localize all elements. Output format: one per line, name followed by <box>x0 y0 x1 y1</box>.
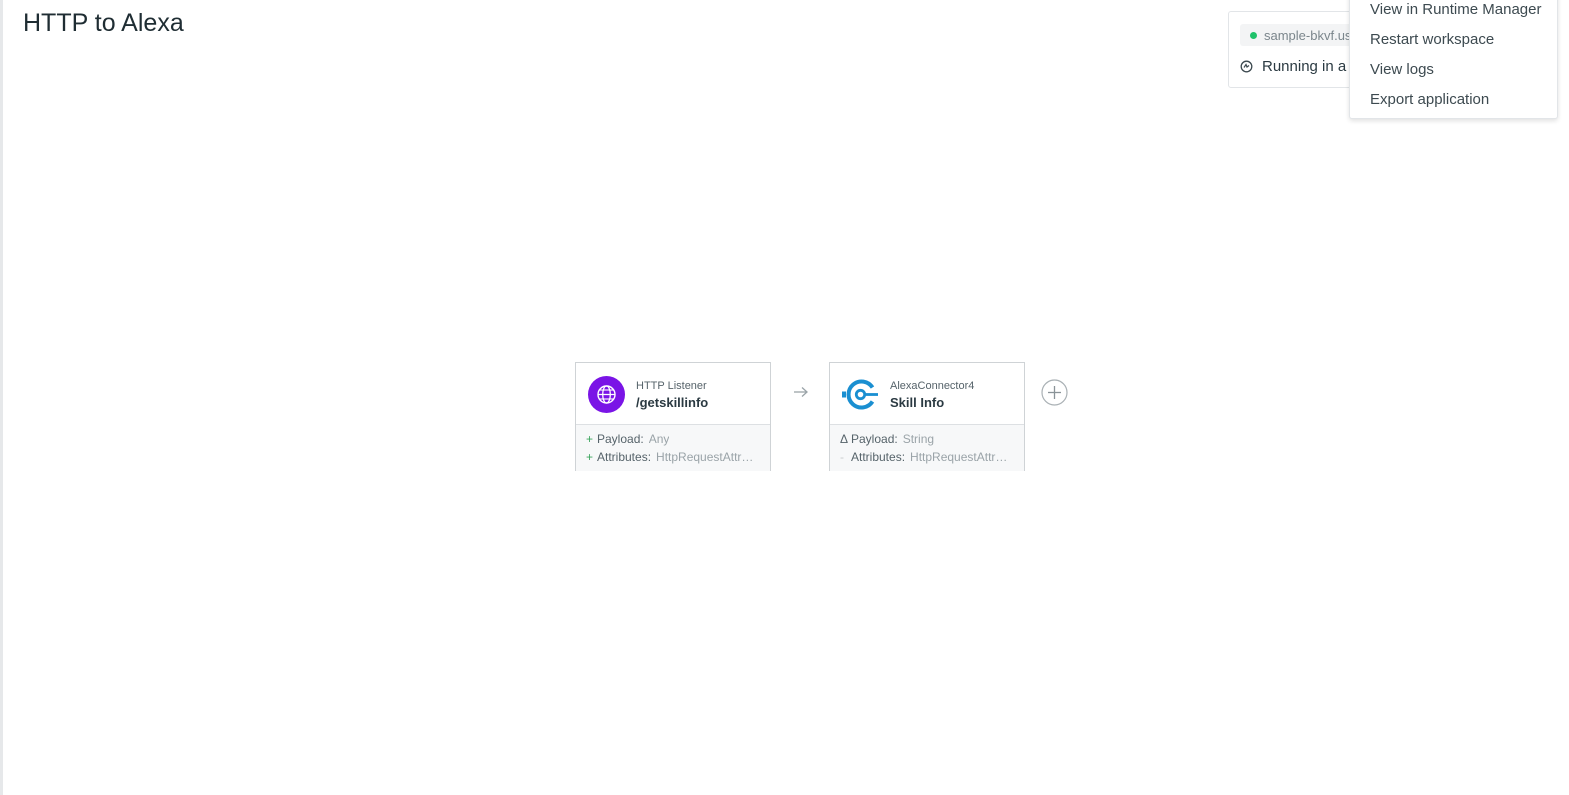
added-indicator: + <box>586 432 594 446</box>
menu-item-export-application[interactable]: Export application <box>1370 91 1489 108</box>
runtime-icon <box>1240 60 1253 73</box>
metadata-key: Attributes: <box>597 450 652 464</box>
metadata-row-payload: Δ Payload: String <box>840 432 934 446</box>
left-border <box>0 0 3 795</box>
node-type: HTTP Listener <box>636 380 707 392</box>
node-header: HTTP Listener /getskillinfo <box>576 363 770 425</box>
runtime-status: Running in a <box>1240 58 1346 75</box>
flow-node-alexa-connector[interactable]: AlexaConnector4 Skill Info Δ Payload: St… <box>829 362 1025 471</box>
app-domain: sample-bkvf.us- <box>1264 27 1356 43</box>
flow-node-http-listener[interactable]: HTTP Listener /getskillinfo + Payload: A… <box>575 362 771 471</box>
node-metadata: + Payload: Any + Attributes: HttpRequest… <box>576 425 770 471</box>
node-header: AlexaConnector4 Skill Info <box>830 363 1024 425</box>
metadata-value: HttpRequestAttri… <box>910 450 1011 464</box>
metadata-row-attributes: - Attributes: HttpRequestAttri… <box>840 450 1010 464</box>
menu-item-view-runtime-manager[interactable]: View in Runtime Manager <box>1370 1 1541 18</box>
connector-icon <box>842 379 878 410</box>
node-metadata: Δ Payload: String - Attributes: HttpRequ… <box>830 425 1024 471</box>
metadata-value: HttpRequestAttri… <box>656 450 757 464</box>
add-component-button[interactable] <box>1041 379 1068 406</box>
runtime-status-text: Running in a <box>1262 58 1347 75</box>
arrow-right-icon <box>794 387 808 397</box>
node-name: Skill Info <box>890 395 945 410</box>
changed-indicator: Δ <box>840 432 849 446</box>
metadata-value: Any <box>648 432 670 446</box>
menu-item-view-logs[interactable]: View logs <box>1370 61 1434 78</box>
metadata-row-payload: + Payload: Any <box>586 432 669 446</box>
page-title: HTTP to Alexa <box>23 9 184 37</box>
metadata-key: Payload: <box>851 432 898 446</box>
added-indicator: + <box>586 450 594 464</box>
app-actions-menu: View in Runtime Manager Restart workspac… <box>1349 0 1558 119</box>
metadata-row-attributes: + Attributes: HttpRequestAttri… <box>586 450 756 464</box>
node-name: /getskillinfo <box>636 395 709 410</box>
metadata-value: String <box>902 432 935 446</box>
unchanged-indicator: - <box>840 450 844 464</box>
status-dot <box>1250 31 1257 39</box>
globe-icon <box>588 376 625 413</box>
metadata-key: Payload: <box>597 432 644 446</box>
menu-item-restart-workspace[interactable]: Restart workspace <box>1370 31 1494 48</box>
metadata-key: Attributes: <box>851 450 906 464</box>
node-type: AlexaConnector4 <box>890 380 975 392</box>
